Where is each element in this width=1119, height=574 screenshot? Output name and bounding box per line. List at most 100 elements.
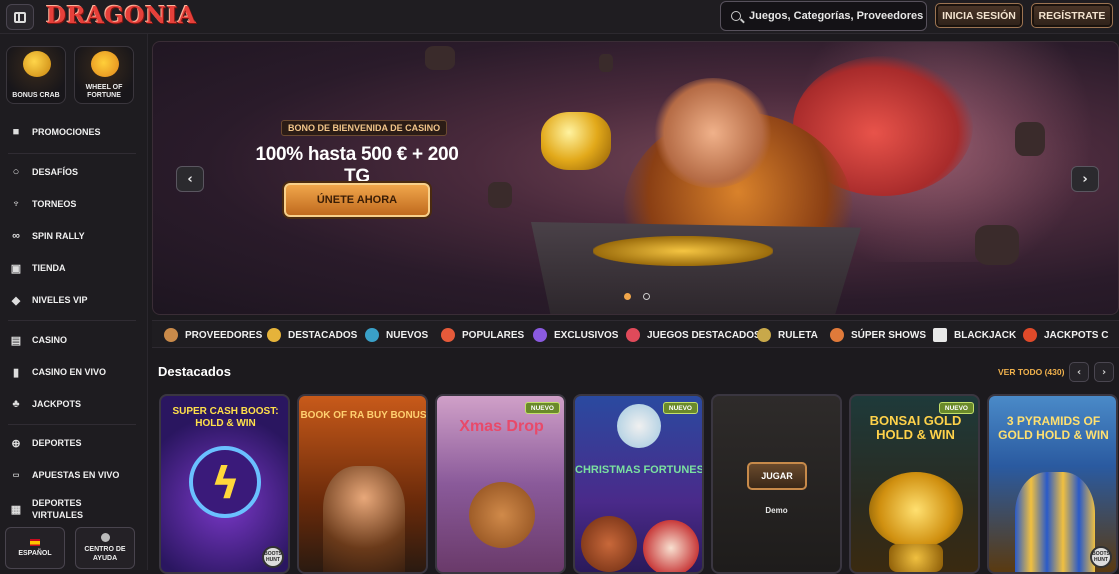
rock-decoration [488, 182, 512, 208]
rock-decoration [599, 54, 613, 72]
bonus-title: 100% hasta 500 € + 200 TG [255, 144, 459, 187]
sidebar-item-casino-en-vivo[interactable]: ▮ CASINO EN VIVO [10, 363, 106, 381]
dwarf-head-illustration [653, 78, 773, 188]
diamond-icon: ◆ [11, 294, 21, 307]
hero-banner[interactable]: BONO DE BIENVENIDA DE CASINO 100% hasta … [152, 41, 1119, 315]
sidebar-item-niveles-vip[interactable]: ◆ NIVELES VIP [10, 291, 88, 309]
demo-link[interactable]: Demo [713, 506, 840, 515]
category-nuevos[interactable]: NUEVOS [365, 326, 428, 344]
join-now-button[interactable]: ÚNETE AHORA [284, 183, 430, 217]
category-jackpots[interactable]: JACKPOTS C [1023, 326, 1108, 344]
search-icon [731, 11, 741, 21]
show-icon [830, 328, 844, 342]
sidebar-item-torneos[interactable]: ♆ TORNEOS [10, 195, 76, 213]
ball-icon: ⊕ [11, 437, 21, 450]
category-ruleta[interactable]: RULETA [757, 326, 818, 344]
cards-icon [933, 328, 947, 342]
spain-flag-icon [30, 538, 40, 546]
sidebar-item-deportes-virtuales[interactable]: ▦ DEPORTES VIRTUALES [10, 496, 92, 522]
gold-nugget-illustration [541, 112, 611, 170]
sidebar-item-apuestas-en-vivo[interactable]: ▭ APUESTAS EN VIVO [10, 466, 120, 484]
tile-wheel-of-fortune[interactable]: WHEEL OF FORTUNE [74, 46, 134, 104]
provider-logo: BOOTS HUNT [1090, 546, 1112, 568]
language-button[interactable]: ESPAÑOL [5, 527, 65, 569]
rally-icon: ∞ [12, 230, 20, 242]
sidebar-item-label: TIENDA [32, 263, 66, 273]
game-title: SUPER CASH BOOST: HOLD & WIN [172, 406, 279, 429]
sidebar-item-label: CASINO [32, 335, 68, 345]
game-card-book-of-ra[interactable]: BOOK OF RA BUY BONUS [297, 394, 428, 574]
category-blackjack[interactable]: BLACKJACK [933, 326, 1016, 344]
bonsai-tree-art [869, 472, 963, 548]
top-bar: DRAGONIA Juegos, Categorías, Proveedores… [0, 0, 1119, 34]
login-button[interactable]: INICIA SESIÓN [935, 3, 1023, 28]
category-label: BLACKJACK [954, 329, 1017, 341]
logo[interactable]: DRAGONIA [46, 2, 196, 29]
category-destacados[interactable]: DESTACADOS [267, 326, 357, 344]
search-input[interactable]: Juegos, Categorías, Proveedores [720, 1, 927, 31]
divider [8, 320, 136, 321]
search-placeholder: Juegos, Categorías, Proveedores [749, 10, 924, 22]
banner-next-button[interactable]: › [1071, 166, 1099, 192]
help-icon [100, 533, 110, 542]
live-icon: ▭ [12, 472, 20, 479]
bonus-pill: BONO DE BIENVENIDA DE CASINO [281, 120, 448, 136]
clover-icon: ♣ [12, 398, 20, 410]
featured-prev-button[interactable]: ‹ [1069, 362, 1089, 382]
gold-pot-art [889, 544, 943, 572]
sidebar-toggle-button[interactable] [6, 4, 34, 30]
slide-dot-2[interactable] [643, 293, 650, 300]
gem-icon [533, 328, 547, 342]
new-badge: NUEVO [524, 402, 560, 414]
game-card-hover[interactable]: JUGAR Demo [711, 394, 842, 574]
game-title: 3 PYRAMIDS OF GOLD HOLD & WIN [998, 414, 1109, 442]
slide-dot-1[interactable] [624, 293, 631, 300]
sidebar-item-desafios[interactable]: ○ DESAFÍOS [10, 163, 78, 181]
sidebar-item-label: APUESTAS EN VIVO [32, 470, 120, 480]
game-card-super-cash-boost[interactable]: SUPER CASH BOOST: HOLD & WIN ϟ BOOTS HUN… [159, 394, 290, 574]
sidebar-item-jackpots[interactable]: ♣ JACKPOTS [10, 395, 81, 413]
category-proveedores[interactable]: PROVEEDORES [164, 326, 262, 344]
category-label: POPULARES [462, 329, 525, 341]
sidebar-item-label: SPIN RALLY [32, 231, 85, 241]
sidebar-item-spin-rally[interactable]: ∞ SPIN RALLY [10, 227, 85, 245]
gift-icon: ■ [12, 126, 20, 138]
sidebar-item-promociones[interactable]: ■ PROMOCIONES [10, 123, 101, 141]
game-card-pyramids-of-gold[interactable]: 3 PYRAMIDS OF GOLD HOLD & WIN BOOTS HUNT [987, 394, 1118, 574]
sidebar-item-deportes[interactable]: ⊕ DEPORTES [10, 434, 81, 452]
category-label: PROVEEDORES [185, 329, 263, 341]
category-super-shows[interactable]: SÚPER SHOWS [830, 326, 926, 344]
rock-decoration [425, 46, 455, 70]
game-card-christmas-fortunes[interactable]: NUEVO CHRISTMAS FORTUNES [573, 394, 704, 574]
sidebar-item-label: DEPORTES VIRTUALES [32, 498, 84, 520]
star-icon [267, 328, 281, 342]
register-button[interactable]: REGÍSTRATE [1031, 3, 1113, 28]
roulette-icon [757, 328, 771, 342]
wheel-icon [91, 51, 119, 77]
see-all-link[interactable]: VER TODO (430) [998, 367, 1064, 377]
category-juegos-destacados[interactable]: JUEGOS DESTACADOS [626, 326, 761, 344]
game-title: CHRISTMAS FORTUNES [575, 464, 704, 476]
cards-icon: ▮ [12, 366, 20, 379]
help-center-button[interactable]: CENTRO DE AYUDA [75, 527, 135, 569]
game-card-bonsai-gold[interactable]: NUEVO BONSAI GOLD HOLD & WIN [849, 394, 980, 574]
virtual-icon: ▦ [10, 503, 22, 516]
game-card-xmas-drop[interactable]: NUEVO Xmas Drop [435, 394, 566, 574]
category-exclusivos[interactable]: EXCLUSIVOS [533, 326, 618, 344]
sidebar-item-tienda[interactable]: ▣ TIENDA [10, 259, 66, 277]
chip-icon [626, 328, 640, 342]
featured-next-button[interactable]: › [1094, 362, 1114, 382]
bear-art [469, 482, 535, 548]
new-badge: NUEVO [662, 402, 698, 414]
tile-bonus-crab[interactable]: BONUS CRAB [6, 46, 66, 104]
sidebar-item-label: DESAFÍOS [32, 167, 79, 177]
banner-prev-button[interactable]: ‹ [176, 166, 204, 192]
play-button[interactable]: JUGAR [747, 462, 807, 490]
tile-label: BONUS CRAB [12, 92, 60, 99]
reindeer-art [581, 516, 637, 572]
category-populares[interactable]: POPULARES [441, 326, 524, 344]
category-label: RULETA [778, 329, 818, 341]
sidebar-item-label: CASINO EN VIVO [32, 367, 107, 377]
crab-coin-icon [23, 51, 51, 77]
sidebar-item-casino[interactable]: ▤ CASINO [10, 331, 67, 349]
